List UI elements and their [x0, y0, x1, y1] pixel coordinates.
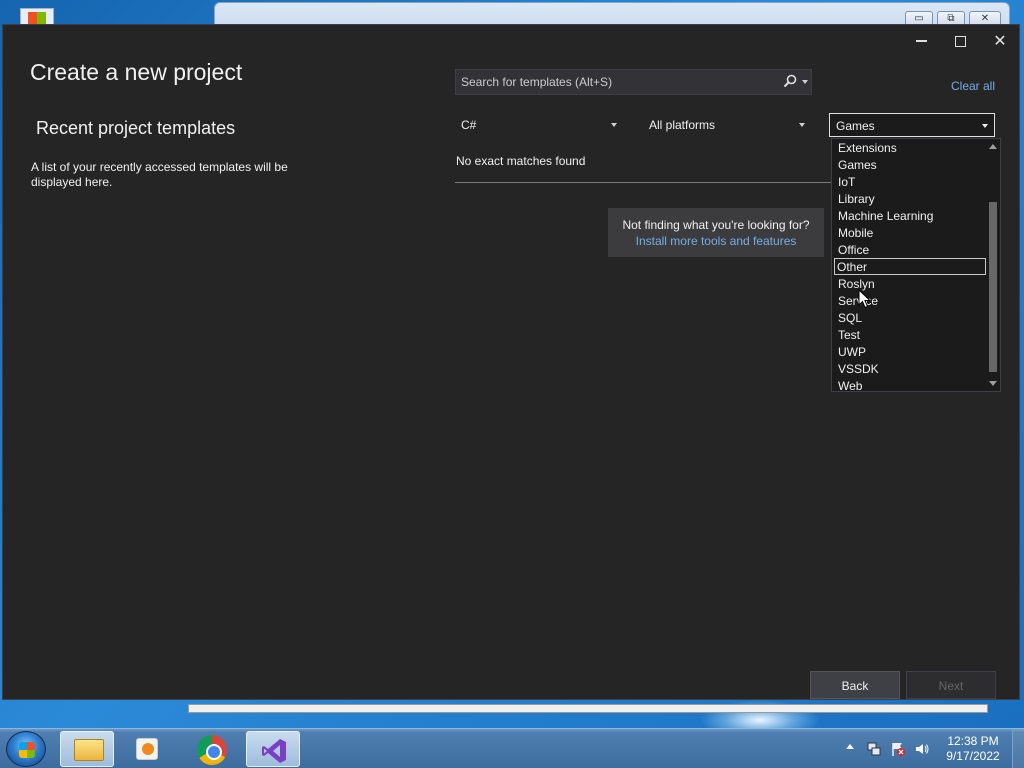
project-type-dropdown: Extensions Games IoT Library Machine Lea… — [831, 138, 1001, 392]
dropdown-option[interactable]: Roslyn — [832, 275, 986, 292]
start-button[interactable] — [6, 731, 46, 767]
show-desktop-button[interactable] — [1012, 729, 1024, 768]
chrome-icon — [197, 735, 227, 765]
taskbar-media-player[interactable] — [120, 731, 174, 767]
dropdown-option-hovered[interactable]: Other — [834, 258, 986, 275]
windows-logo-icon — [19, 742, 35, 758]
install-hint-box: Not finding what you're looking for? Ins… — [608, 208, 824, 257]
install-tools-link[interactable]: Install more tools and features — [608, 234, 824, 248]
visual-studio-icon — [262, 739, 286, 763]
chevron-down-icon — [982, 124, 988, 128]
minimize-button[interactable] — [906, 31, 936, 51]
close-button[interactable]: ✕ — [985, 31, 1015, 51]
next-button[interactable]: Next — [906, 671, 996, 699]
media-player-icon — [136, 738, 158, 760]
divider — [455, 182, 831, 183]
scroll-thumb[interactable] — [989, 202, 997, 372]
dropdown-option[interactable]: Mobile — [832, 224, 986, 241]
recent-templates-heading: Recent project templates — [36, 118, 236, 138]
mouse-cursor-icon — [858, 289, 872, 309]
recent-templates-description: A list of your recently accessed templat… — [31, 160, 288, 189]
dropdown-option[interactable]: SQL — [832, 309, 986, 326]
dropdown-option[interactable]: UWP — [832, 343, 986, 360]
minimize-icon — [915, 40, 927, 42]
clear-all-link[interactable]: Clear all — [951, 79, 995, 93]
search-icon[interactable] — [783, 74, 797, 88]
volume-icon[interactable] — [914, 741, 930, 757]
dropdown-option[interactable]: Games — [832, 156, 986, 173]
close-icon: ✕ — [993, 31, 1007, 50]
show-hidden-icons-icon[interactable] — [846, 744, 854, 749]
project-type-options: Extensions Games IoT Library Machine Lea… — [832, 139, 986, 391]
taskbar: 12:38 PM 9/17/2022 — [0, 728, 1024, 768]
clock-date: 9/17/2022 — [946, 749, 1000, 763]
clock[interactable]: 12:38 PM 9/17/2022 — [940, 734, 1006, 764]
platform-filter[interactable]: All platforms — [643, 113, 811, 137]
action-center-flag-icon[interactable] — [890, 741, 906, 757]
chevron-down-icon — [799, 123, 805, 127]
network-icon[interactable] — [866, 741, 882, 757]
explorer-icon — [74, 739, 104, 761]
taskbar-chrome[interactable] — [184, 731, 238, 767]
no-results-message: No exact matches found — [456, 154, 586, 168]
dropdown-option[interactable]: Test — [832, 326, 986, 343]
dropdown-option[interactable]: Office — [832, 241, 986, 258]
platform-filter-value: All platforms — [649, 118, 716, 132]
dropdown-option[interactable]: Service — [832, 292, 986, 309]
taskbar-explorer[interactable] — [60, 731, 114, 767]
maximize-button[interactable] — [945, 31, 975, 51]
scroll-down-icon[interactable] — [989, 381, 997, 386]
dropdown-option[interactable]: Library — [832, 190, 986, 207]
template-search[interactable] — [455, 69, 812, 95]
taskbar-visual-studio[interactable] — [246, 731, 300, 767]
dropdown-option[interactable]: VSSDK — [832, 360, 986, 377]
hint-text: Not finding what you're looking for? — [622, 218, 810, 232]
horizontal-scrollbar[interactable] — [188, 704, 988, 713]
back-button[interactable]: Back — [810, 671, 900, 699]
clock-time: 12:38 PM — [947, 734, 999, 748]
dropdown-option[interactable]: IoT — [832, 173, 986, 190]
scroll-up-icon[interactable] — [989, 144, 997, 149]
dropdown-scrollbar[interactable] — [986, 139, 1000, 391]
dropdown-option[interactable]: Extensions — [832, 139, 986, 156]
language-filter[interactable]: C# — [455, 113, 623, 137]
project-type-filter-value: Games — [836, 119, 875, 133]
project-type-filter[interactable]: Games — [829, 113, 995, 137]
dropdown-option[interactable]: Machine Learning — [832, 207, 986, 224]
chevron-down-icon — [611, 123, 617, 127]
language-filter-value: C# — [461, 118, 477, 132]
create-project-dialog: ✕ Create a new project Recent project te… — [2, 24, 1020, 700]
dropdown-option[interactable]: Web — [832, 377, 986, 391]
maximize-icon — [954, 35, 966, 47]
page-title: Create a new project — [30, 59, 243, 85]
search-input[interactable] — [456, 70, 776, 94]
search-options-chevron-icon[interactable] — [802, 80, 808, 84]
